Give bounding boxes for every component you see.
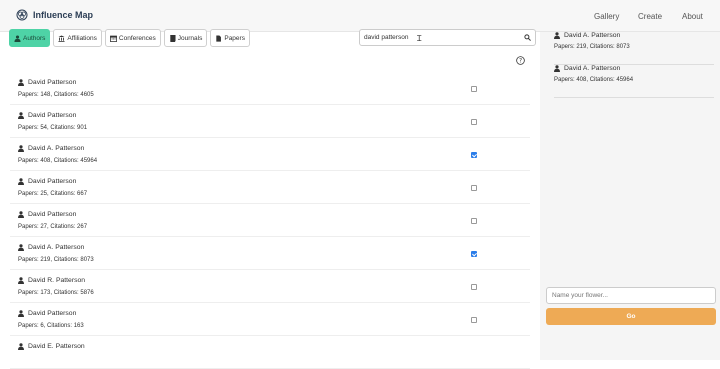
- author-stats: Papers: 148, Citations: 4605: [18, 92, 94, 98]
- select-checkbox[interactable]: [471, 317, 477, 323]
- search-input[interactable]: [364, 30, 514, 45]
- author-stats: Papers: 54, Citations: 901: [18, 125, 88, 131]
- results-list: David Patterson Papers: 148, Citations: …: [10, 72, 530, 369]
- help-icon[interactable]: ?: [516, 56, 525, 65]
- author-name: David R. Patterson: [28, 277, 86, 284]
- filter-journals-button[interactable]: Journals: [163, 29, 208, 47]
- selected-author-stats: Papers: 408, Citations: 45964: [554, 77, 634, 83]
- navbar: Influence Map Gallery Create About: [0, 0, 720, 32]
- select-checkbox[interactable]: [471, 86, 477, 92]
- filter-authors-label: Authors: [23, 34, 46, 42]
- user-icon: [18, 310, 24, 317]
- file-icon: [216, 34, 222, 42]
- svg-text:?: ?: [519, 59, 522, 65]
- author-name: David Patterson: [28, 112, 77, 119]
- flower-name-input[interactable]: [546, 287, 716, 304]
- select-checkbox[interactable]: [471, 119, 477, 125]
- author-name: David Patterson: [28, 211, 77, 218]
- author-stats: Papers: 173, Citations: 5876: [18, 290, 94, 296]
- select-checkbox[interactable]: [471, 284, 477, 290]
- selected-item[interactable]: David A. Patterson Papers: 408, Citation…: [554, 65, 714, 98]
- author-stats: Papers: 408, Citations: 45964: [18, 158, 98, 164]
- result-row[interactable]: David E. Patterson: [10, 336, 530, 369]
- brand[interactable]: Influence Map: [16, 9, 93, 21]
- result-row[interactable]: David Patterson Papers: 54, Citations: 9…: [10, 105, 530, 138]
- author-name: David E. Patterson: [28, 343, 85, 350]
- select-checkbox[interactable]: [471, 251, 477, 257]
- go-button[interactable]: Go: [546, 308, 716, 325]
- select-checkbox[interactable]: [471, 218, 477, 224]
- user-icon: [18, 211, 24, 218]
- search-icon[interactable]: [524, 34, 531, 41]
- user-icon: [18, 244, 24, 251]
- result-row[interactable]: David Patterson Papers: 6, Citations: 16…: [10, 303, 530, 336]
- institution-icon: [58, 34, 65, 42]
- nav-about-link[interactable]: About: [682, 12, 703, 21]
- app-title: Influence Map: [33, 10, 94, 20]
- filter-papers-label: Papers: [224, 34, 245, 42]
- nav-gallery-link[interactable]: Gallery: [594, 12, 619, 21]
- user-icon: [18, 145, 24, 152]
- selected-item[interactable]: David A. Patterson Papers: 219, Citation…: [554, 32, 714, 65]
- filter-buttons: Authors Affiliations Conferences Journal…: [9, 29, 250, 47]
- author-stats: Papers: 27, Citations: 267: [18, 224, 88, 230]
- user-icon: [18, 112, 24, 119]
- selected-author-name: David A. Patterson: [564, 32, 621, 39]
- result-row[interactable]: David R. Patterson Papers: 173, Citation…: [10, 270, 530, 303]
- flower-logo-icon: [16, 9, 28, 21]
- author-name: David Patterson: [28, 79, 77, 86]
- author-stats: Papers: 25, Citations: 667: [18, 191, 88, 197]
- filter-conferences-label: Conferences: [118, 34, 156, 42]
- nav-create-link[interactable]: Create: [638, 12, 662, 21]
- user-icon: [18, 79, 24, 86]
- book-icon: [169, 34, 176, 42]
- user-icon: [14, 34, 21, 42]
- select-checkbox[interactable]: [471, 185, 477, 191]
- text-cursor-icon: Ɪ: [417, 34, 422, 43]
- filter-papers-button[interactable]: Papers: [210, 29, 250, 47]
- result-row[interactable]: David Patterson Papers: 148, Citations: …: [10, 72, 530, 105]
- user-icon: [554, 32, 560, 39]
- author-name: David A. Patterson: [28, 145, 85, 152]
- result-row[interactable]: David A. Patterson Papers: 219, Citation…: [10, 237, 530, 270]
- user-icon: [18, 343, 24, 350]
- search-box: Ɪ: [359, 29, 536, 46]
- selected-author-name: David A. Patterson: [564, 65, 621, 72]
- result-row[interactable]: David Patterson Papers: 27, Citations: 2…: [10, 204, 530, 237]
- user-icon: [18, 277, 24, 284]
- result-row[interactable]: David Patterson Papers: 25, Citations: 6…: [10, 171, 530, 204]
- filter-authors-button[interactable]: Authors: [9, 29, 51, 47]
- author-name: David Patterson: [28, 310, 77, 317]
- select-checkbox[interactable]: [471, 152, 477, 158]
- calendar-icon: [109, 35, 117, 42]
- filter-affiliations-button[interactable]: Affiliations: [53, 29, 102, 47]
- user-icon: [554, 65, 560, 72]
- author-name: David A. Patterson: [28, 244, 85, 251]
- result-row[interactable]: David A. Patterson Papers: 408, Citation…: [10, 138, 530, 171]
- filter-journals-label: Journals: [177, 34, 203, 42]
- author-stats: Papers: 219, Citations: 8073: [18, 257, 94, 263]
- author-name: David Patterson: [28, 178, 77, 185]
- user-icon: [18, 178, 24, 185]
- selected-author-stats: Papers: 219, Citations: 8073: [554, 44, 630, 50]
- filter-affiliations-label: Affiliations: [67, 34, 97, 42]
- filter-conferences-button[interactable]: Conferences: [104, 29, 161, 47]
- author-stats: Papers: 6, Citations: 163: [18, 323, 84, 329]
